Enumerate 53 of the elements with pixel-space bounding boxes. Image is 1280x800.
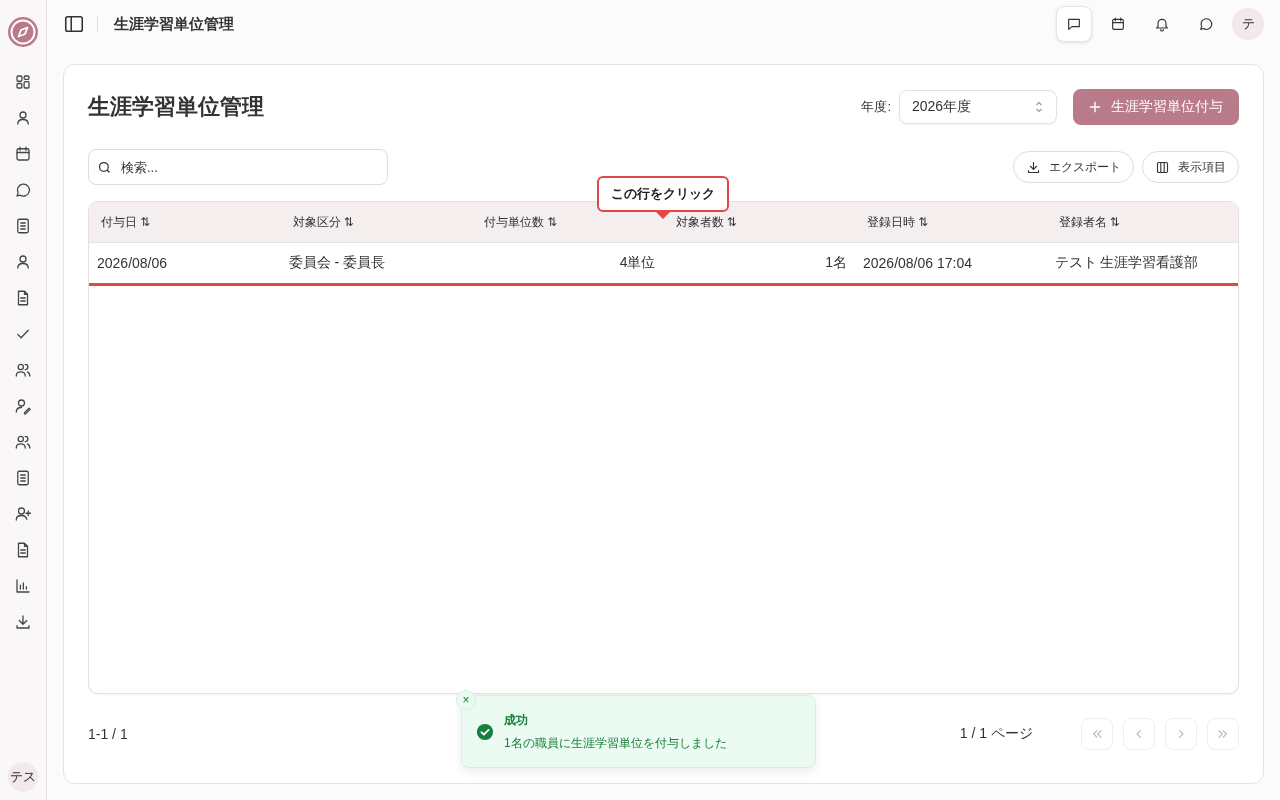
calendar-icon[interactable] bbox=[14, 145, 32, 163]
close-button[interactable]: × bbox=[456, 690, 476, 710]
check-circle-icon bbox=[476, 722, 494, 741]
table-cell: 委員会 - 委員長 bbox=[288, 254, 385, 272]
column-header[interactable]: 登録者名 ⇅ bbox=[1046, 202, 1238, 242]
table-row[interactable]: 2026/08/06 委員会 - 委員長 4単位 1名 2026/08/06 17:04 テスト 生涯学習看護部 bbox=[89, 243, 1238, 286]
notebook-icon[interactable] bbox=[14, 217, 32, 235]
table-cell: テスト 生涯学習看護部 bbox=[1054, 254, 1199, 272]
download-icon bbox=[1026, 159, 1041, 175]
person-icon[interactable] bbox=[14, 253, 32, 271]
person-add-icon[interactable] bbox=[14, 505, 32, 523]
toast-title: 成功 bbox=[504, 711, 529, 729]
sidebar-toggle-icon[interactable] bbox=[63, 13, 85, 35]
people-icon[interactable] bbox=[14, 433, 32, 451]
person-edit-icon[interactable] bbox=[14, 397, 32, 415]
columns-button[interactable]: 表示項目 bbox=[1142, 151, 1239, 183]
chat-icon bbox=[1198, 16, 1214, 32]
export-button[interactable]: エクスポート bbox=[1013, 151, 1134, 183]
notebook-icon[interactable] bbox=[14, 469, 32, 487]
page-title: 生涯学習単位管理 bbox=[114, 14, 234, 34]
column-header[interactable]: 登録日時 ⇅ bbox=[855, 202, 1047, 242]
plus-icon bbox=[1089, 101, 1101, 113]
dashboard-icon[interactable] bbox=[14, 73, 32, 91]
download-icon[interactable] bbox=[14, 613, 32, 631]
chevron-icon bbox=[1034, 100, 1044, 114]
row-range: 1-1 / 1 bbox=[88, 726, 128, 742]
bell-icon bbox=[1154, 16, 1170, 32]
toast-message: 1名の職員に生涯学習単位を付与しました bbox=[504, 734, 727, 752]
table-cell: 1名 bbox=[825, 254, 847, 272]
year-label: 年度: bbox=[861, 98, 891, 116]
column-header[interactable]: 対象区分 ⇅ bbox=[280, 202, 472, 242]
table-cell: 4単位 bbox=[619, 254, 656, 272]
search-icon bbox=[97, 160, 112, 175]
calendar-icon bbox=[1110, 16, 1126, 32]
page-info: 1 / 1 ページ bbox=[959, 725, 1033, 743]
year-select[interactable]: 2026年度 bbox=[899, 90, 1057, 124]
heading: 生涯学習単位管理 bbox=[88, 93, 264, 121]
chat-icon[interactable] bbox=[14, 181, 32, 199]
tooltip-pointer bbox=[656, 212, 670, 219]
column-header[interactable]: 付与日 ⇅ bbox=[89, 202, 281, 242]
people-icon[interactable] bbox=[14, 361, 32, 379]
search-field[interactable]: 検索... bbox=[88, 149, 388, 185]
table-cell: 2026/08/06 bbox=[97, 255, 168, 271]
message-button[interactable] bbox=[1056, 6, 1092, 42]
compass-logo-icon[interactable] bbox=[7, 16, 39, 48]
message-icon bbox=[1066, 16, 1082, 32]
person-icon[interactable] bbox=[14, 109, 32, 127]
user-avatar[interactable]: テス bbox=[8, 762, 38, 792]
tooltip: この行をクリック bbox=[597, 176, 729, 212]
user-avatar[interactable]: テ bbox=[1232, 8, 1264, 40]
bar-chart-icon[interactable] bbox=[14, 577, 32, 595]
columns-icon bbox=[1155, 159, 1170, 175]
table-cell: 2026/08/06 17:04 bbox=[863, 255, 972, 271]
